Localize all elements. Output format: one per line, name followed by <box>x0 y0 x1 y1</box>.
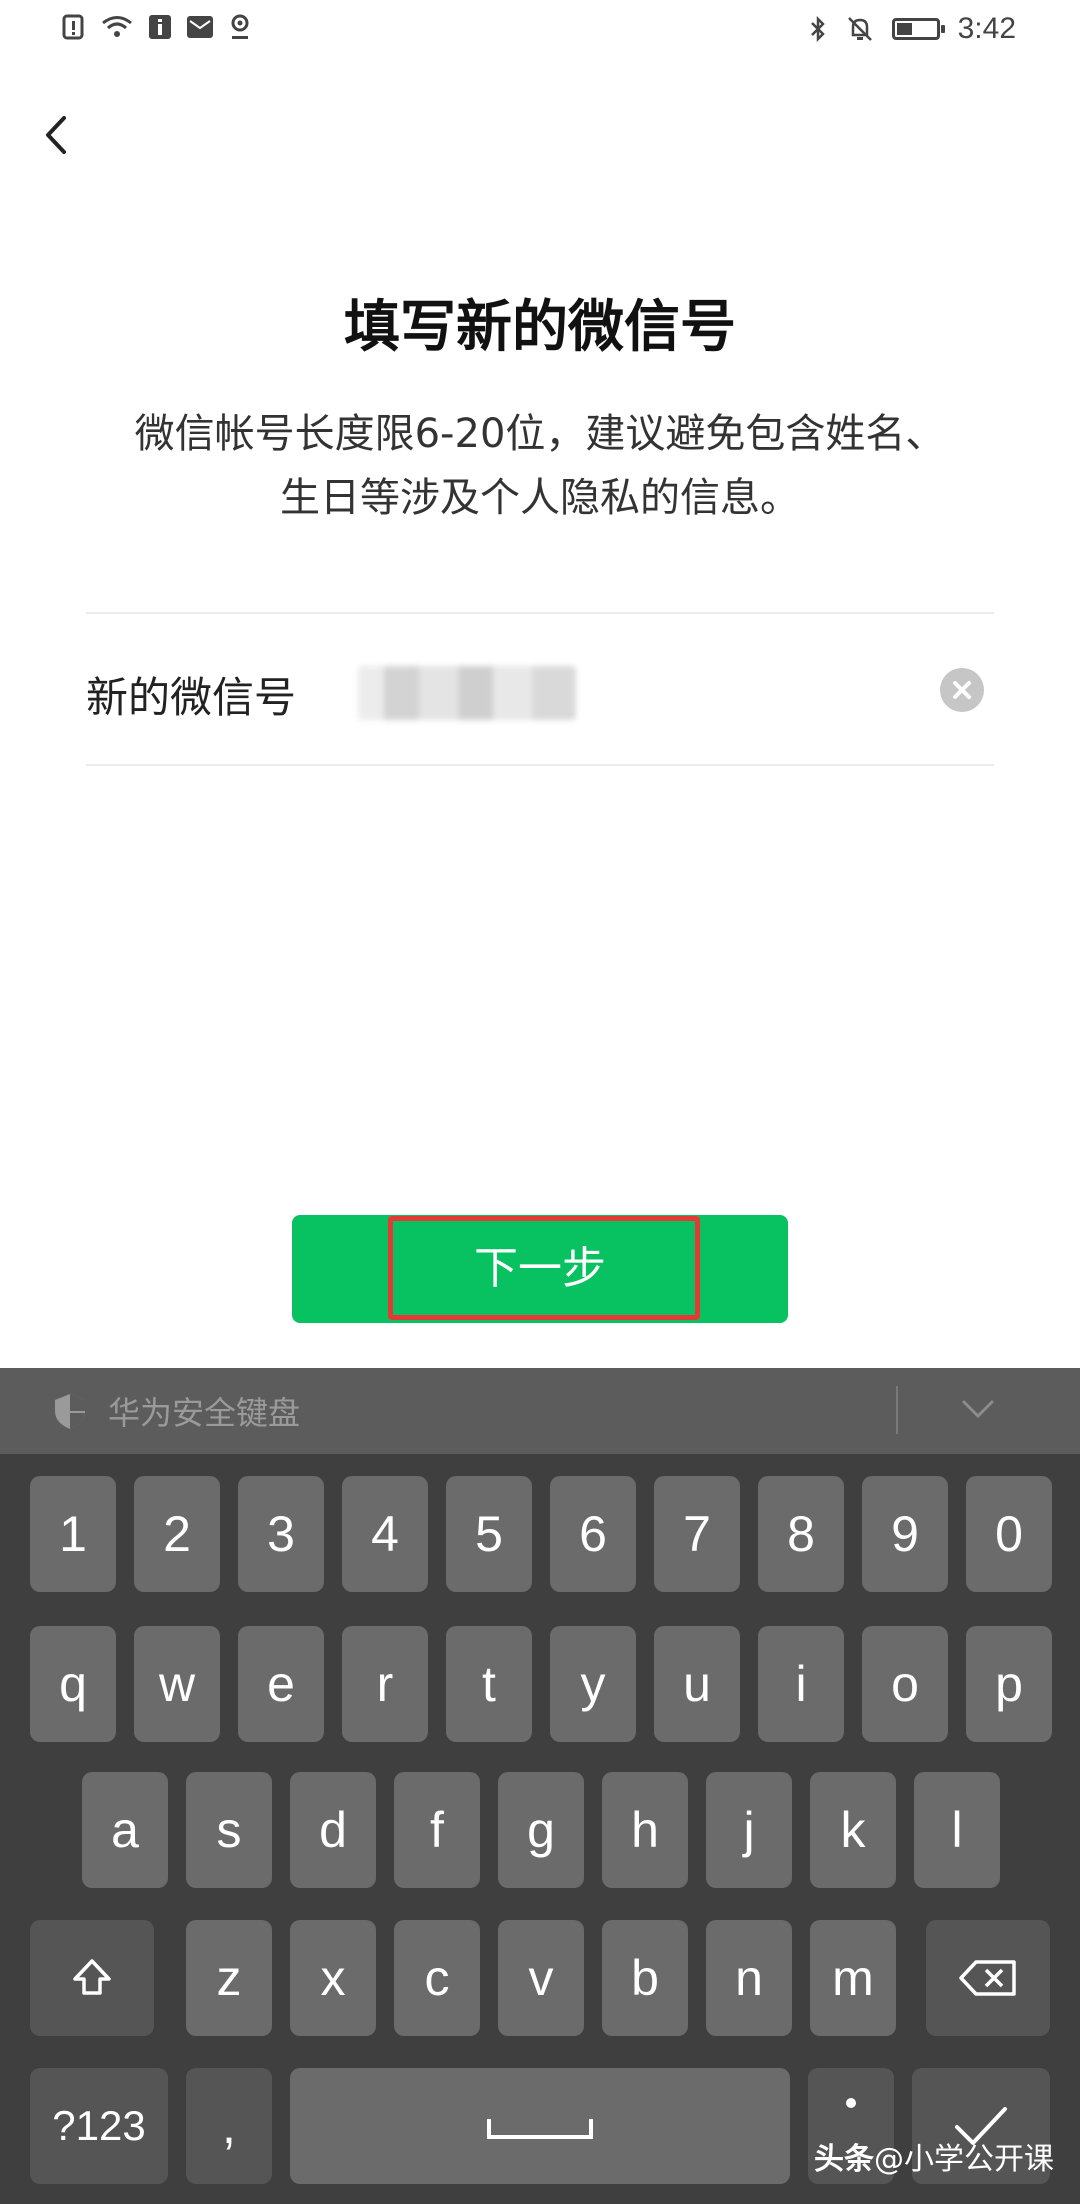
watermark-brand: 头条 <box>814 2142 874 2177</box>
key-6[interactable]: 6 <box>550 1476 636 1592</box>
battery-level <box>896 23 912 35</box>
battery-icon <box>891 18 945 40</box>
key-0[interactable]: 0 <box>966 1476 1052 1592</box>
key-u[interactable]: u <box>654 1626 740 1742</box>
key-9[interactable]: 9 <box>862 1476 948 1592</box>
key-q[interactable]: q <box>30 1626 116 1742</box>
key-d[interactable]: d <box>290 1772 376 1888</box>
bell-mute-icon <box>847 17 872 41</box>
key-s[interactable]: s <box>186 1772 272 1888</box>
key-v[interactable]: v <box>498 1920 584 2036</box>
description-line-1: 微信帐号长度限6-20位，建议避免包含姓名、 <box>134 411 946 457</box>
status-left-icons <box>62 14 252 40</box>
key-z[interactable]: z <box>186 1920 272 2036</box>
divider-bottom <box>86 764 994 766</box>
field-label: 新的微信号 <box>86 673 297 722</box>
wechat-id-input[interactable] <box>358 666 576 720</box>
backspace-key[interactable] <box>926 1920 1050 2036</box>
wifi-icon <box>102 16 132 37</box>
info-icon <box>149 15 171 39</box>
divider-top <box>86 612 994 614</box>
shift-key[interactable] <box>30 1920 154 2036</box>
key-a[interactable]: a <box>82 1772 168 1888</box>
key-p[interactable]: p <box>966 1626 1052 1742</box>
description-line-2: 生日等涉及个人隐私的信息。 <box>280 475 800 521</box>
status-right-icons: 3:42 <box>808 12 1016 46</box>
comma-key[interactable]: , <box>186 2068 272 2184</box>
keyboard: 1 2 3 4 5 6 7 8 9 0 q w e r t y u i o p a s d f g h j k l z x c v b n m ?123… <box>0 1454 1080 2204</box>
key-o[interactable]: o <box>862 1626 948 1742</box>
key-i[interactable]: i <box>758 1626 844 1742</box>
key-h[interactable]: h <box>602 1772 688 1888</box>
space-key[interactable] <box>290 2068 790 2184</box>
key-8[interactable]: 8 <box>758 1476 844 1592</box>
back-arrow-icon[interactable] <box>30 100 90 170</box>
status-bar: 3:42 <box>0 0 1080 66</box>
key-e[interactable]: e <box>238 1626 324 1742</box>
backspace-icon <box>959 1960 1016 1996</box>
clear-input-button[interactable] <box>940 668 984 712</box>
keyboard-title: 华为安全键盘 <box>108 1394 301 1432</box>
page-title: 填写新的微信号 <box>344 295 736 360</box>
key-r[interactable]: r <box>342 1626 428 1742</box>
key-b[interactable]: b <box>602 1920 688 2036</box>
key-x[interactable]: x <box>290 1920 376 2036</box>
key-f[interactable]: f <box>394 1772 480 1888</box>
page-description: 微信帐号长度限6-20位，建议避免包含姓名、 生日等涉及个人隐私的信息。 <box>80 402 1000 530</box>
chevron-down-icon[interactable] <box>956 1394 1000 1424</box>
key-w[interactable]: w <box>134 1626 220 1742</box>
key-3[interactable]: 3 <box>238 1476 324 1592</box>
key-l[interactable]: l <box>914 1772 1000 1888</box>
watermark-handle: @小学公开课 <box>874 2142 1054 2177</box>
key-y[interactable]: y <box>550 1626 636 1742</box>
period-dot <box>846 2098 856 2108</box>
key-t[interactable]: t <box>446 1626 532 1742</box>
highlight-box <box>388 1216 700 1320</box>
key-k[interactable]: k <box>810 1772 896 1888</box>
key-7[interactable]: 7 <box>654 1476 740 1592</box>
shield-icon <box>55 1394 85 1429</box>
space-icon <box>487 2119 593 2139</box>
mail-icon <box>187 16 213 38</box>
key-2[interactable]: 2 <box>134 1476 220 1592</box>
alert-icon <box>62 14 84 40</box>
watermark: 头条@小学公开课 <box>814 2134 1054 2178</box>
key-1[interactable]: 1 <box>30 1476 116 1592</box>
location-icon <box>231 14 249 39</box>
key-c[interactable]: c <box>394 1920 480 2036</box>
key-n[interactable]: n <box>706 1920 792 2036</box>
bluetooth-icon <box>810 15 825 43</box>
status-time: 3:42 <box>957 12 1016 45</box>
symbols-key[interactable]: ?123 <box>30 2068 168 2184</box>
key-g[interactable]: g <box>498 1772 584 1888</box>
shift-icon <box>73 1959 111 1995</box>
key-m[interactable]: m <box>810 1920 896 2036</box>
key-j[interactable]: j <box>706 1772 792 1888</box>
keyboard-separator <box>896 1386 898 1434</box>
close-icon <box>953 681 971 699</box>
key-4[interactable]: 4 <box>342 1476 428 1592</box>
key-5[interactable]: 5 <box>446 1476 532 1592</box>
